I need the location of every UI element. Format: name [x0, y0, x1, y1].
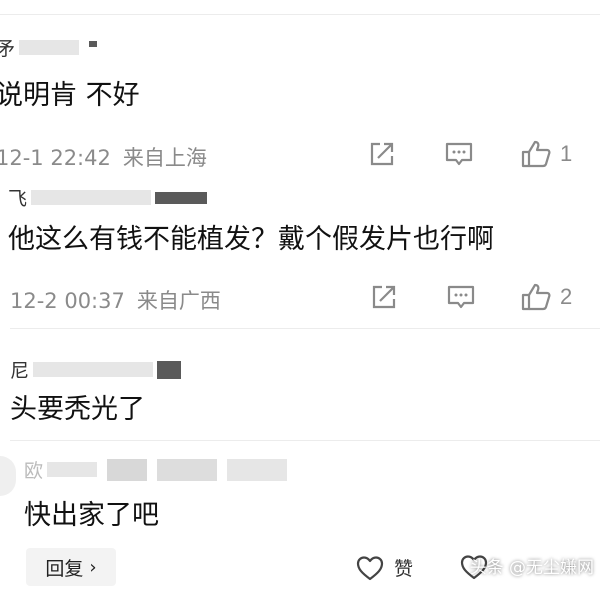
comment-text: 说明肯 不好 — [0, 80, 140, 111]
commenter-name[interactable]: 欧 — [24, 456, 288, 483]
name-blur — [157, 458, 218, 481]
comment-location: 来自广西 — [136, 289, 221, 313]
name-blur — [89, 40, 98, 47]
like-button[interactable]: 2 — [520, 282, 572, 312]
name-blur — [33, 362, 154, 377]
name-blur — [157, 360, 182, 379]
name-blur — [227, 458, 288, 481]
thumbs-up-icon — [521, 283, 551, 311]
like-count: 1 — [560, 141, 573, 166]
comment-time: 12-2 00:37 — [10, 289, 125, 313]
name-blur — [19, 40, 80, 55]
name-blur — [155, 191, 208, 204]
comment-button[interactable] — [444, 140, 474, 168]
comment-button[interactable] — [446, 283, 476, 311]
share-button[interactable] — [370, 283, 398, 311]
commenter-name[interactable]: 尼 — [10, 356, 182, 383]
like-button[interactable]: 1 — [520, 139, 572, 169]
avatar[interactable] — [0, 456, 16, 496]
comment-meta: 12-2 00:37 来自广西 — [10, 285, 221, 315]
name-blur — [47, 462, 98, 477]
comment-location: 来自上海 — [122, 146, 207, 170]
comment-icon — [445, 142, 473, 166]
comment-text: 他这么有钱不能植发？戴个假发片也行啊 — [8, 224, 494, 255]
share-icon — [372, 285, 396, 309]
reply-button[interactable]: 回复 › — [26, 548, 116, 586]
comment-meta: 12-1 22:42 来自上海 — [0, 142, 207, 172]
comment-text: 快出家了吧 — [24, 500, 159, 531]
name-blur — [31, 190, 152, 205]
comment-icon — [447, 285, 475, 309]
top-divider — [0, 14, 600, 15]
watermark: 头条 @无尘嫌网 — [469, 558, 594, 578]
heart-like-button[interactable]: 赞 — [356, 554, 413, 581]
chevron-right-icon: › — [89, 556, 97, 578]
comment-divider — [10, 328, 600, 329]
like-label: 赞 — [394, 558, 414, 580]
like-count: 2 — [560, 284, 573, 309]
name-blur — [107, 458, 148, 481]
thumbs-up-icon — [521, 140, 551, 168]
reply-label: 回复 — [45, 557, 84, 580]
commenter-name[interactable]: 飞 — [8, 184, 208, 211]
comment-divider — [10, 440, 600, 441]
share-button[interactable] — [368, 140, 396, 168]
heart-icon — [356, 555, 384, 580]
commenter-name[interactable]: 矛 — [0, 34, 98, 61]
comment-time: 12-1 22:42 — [0, 146, 111, 170]
share-icon — [370, 142, 394, 166]
comment-text: 头要秃光了 — [10, 394, 145, 425]
